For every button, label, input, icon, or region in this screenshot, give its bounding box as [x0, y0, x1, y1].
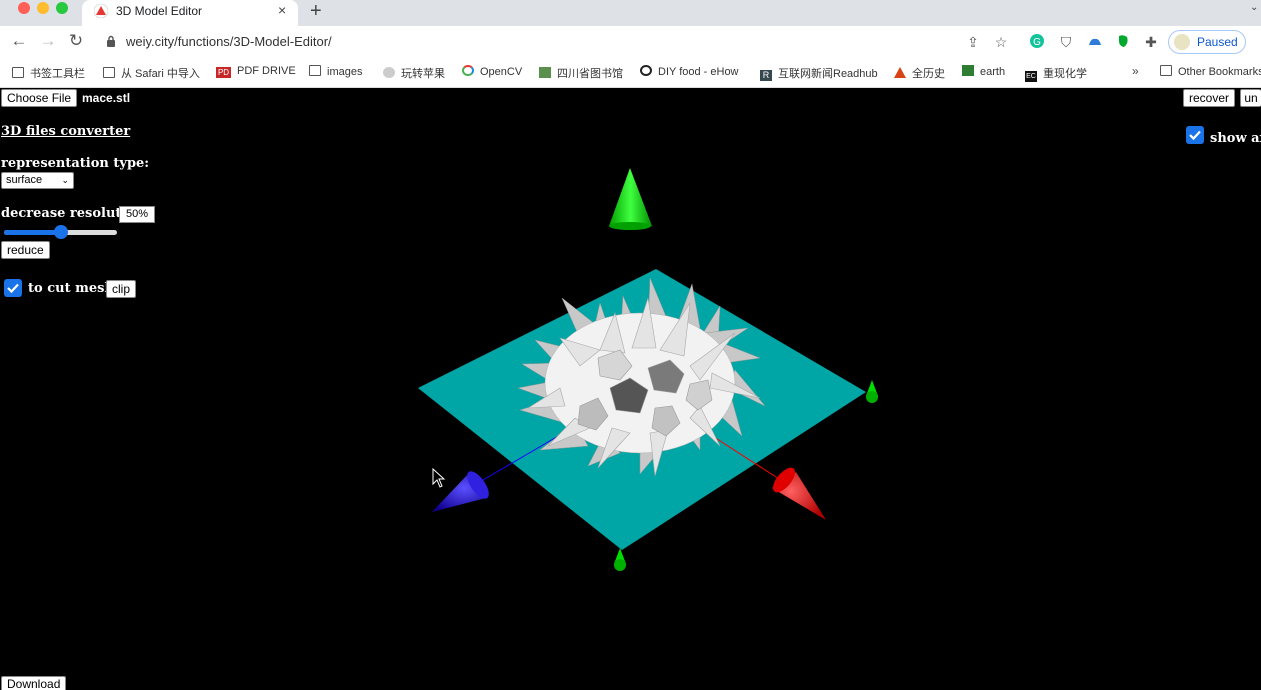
representation-type-value: surface: [6, 174, 43, 186]
bookmark-item[interactable]: 全历史: [894, 65, 945, 81]
clip-button[interactable]: clip: [106, 280, 137, 298]
recover-button[interactable]: recover: [1183, 89, 1236, 107]
maximize-window-button[interactable]: [56, 2, 68, 14]
opencv-icon: [462, 65, 474, 76]
folder-icon: [309, 65, 321, 76]
representation-type-label: representation type:: [1, 156, 150, 171]
history-icon: [894, 67, 906, 78]
reload-icon[interactable]: ↻: [66, 31, 86, 51]
avatar: [1174, 34, 1190, 50]
undo-button[interactable]: un: [1240, 89, 1261, 107]
bookmark-item[interactable]: DIY food - eHow: [640, 65, 739, 78]
lock-icon[interactable]: [106, 35, 116, 47]
bookmarks-bar: 书签工具栏 从 Safari 中导入 PD PDF DRIVE images 玩转…: [0, 58, 1261, 88]
download-button[interactable]: Download: [1, 676, 67, 690]
address-bar[interactable]: weiy.city/functions/3D-Model-Editor/: [126, 34, 332, 49]
bookmark-item[interactable]: 从 Safari 中导入: [103, 65, 200, 81]
more-bookmarks-icon[interactable]: »: [1132, 64, 1139, 78]
bookmark-item[interactable]: 玩转苹果: [383, 65, 445, 81]
pdf-drive-icon: PD: [216, 67, 231, 78]
library-icon: [539, 67, 551, 78]
minimize-window-button[interactable]: [37, 2, 49, 14]
axis-y-cone[interactable]: [609, 168, 652, 226]
ehow-icon: [640, 65, 652, 76]
earth-icon: [962, 65, 974, 76]
folder-icon: [12, 67, 24, 78]
checkmark-icon: [7, 283, 19, 294]
reduce-button[interactable]: reduce: [1, 241, 50, 259]
choose-file-button[interactable]: Choose File: [1, 89, 78, 107]
browser-tab-bar: 3D Model Editor × + ⌄: [0, 0, 1261, 26]
browser-toolbar: ← → ↻ weiy.city/functions/3D-Model-Edito…: [0, 26, 1261, 58]
bookmark-item[interactable]: PD PDF DRIVE: [216, 65, 296, 78]
profile-status: Paused: [1197, 35, 1238, 49]
cut-mesh-checkbox[interactable]: [4, 279, 22, 297]
bookmark-item[interactable]: 书签工具栏: [12, 65, 85, 81]
cloud-extension-icon[interactable]: [1086, 33, 1104, 51]
bookmark-item[interactable]: EC 重现化学: [1025, 65, 1087, 82]
chevron-down-icon: ⌄: [61, 175, 69, 185]
resolution-slider-fill: [4, 230, 61, 235]
extensions-puzzle-icon[interactable]: ✚: [1142, 33, 1160, 51]
share-icon[interactable]: ⇪: [964, 33, 982, 51]
other-bookmarks[interactable]: Other Bookmarks: [1160, 65, 1261, 78]
cut-mesh-label: to cut mesh: [28, 281, 114, 296]
selected-file-name: mace.stl: [82, 91, 131, 105]
close-window-button[interactable]: [18, 2, 30, 14]
folder-icon: [103, 67, 115, 78]
resolution-slider-thumb[interactable]: [53, 225, 68, 239]
plane-handle-right[interactable]: [866, 380, 878, 403]
representation-type-select[interactable]: surface ⌄: [1, 172, 74, 189]
bookmark-item[interactable]: R 互联网新闻Readhub: [760, 65, 878, 81]
plane-handle-bottom[interactable]: [614, 548, 626, 571]
bookmark-item[interactable]: earth: [962, 65, 1005, 78]
tab-3d-model-editor[interactable]: 3D Model Editor ×: [82, 0, 298, 26]
new-tab-button[interactable]: +: [310, 0, 322, 22]
svg-text:G: G: [1033, 37, 1041, 48]
3d-files-converter-link[interactable]: 3D files converter: [1, 124, 130, 139]
checkmark-icon: [1189, 130, 1201, 141]
back-icon[interactable]: ←: [9, 31, 29, 51]
profile-button[interactable]: Paused: [1168, 30, 1246, 54]
mouse-cursor-icon: [432, 467, 446, 488]
tab-close-icon[interactable]: ×: [278, 2, 286, 18]
editor-page: Choose File mace.stl 3D files converter …: [0, 88, 1261, 690]
resolution-value-box: 50%: [119, 206, 155, 223]
3d-viewport[interactable]: [0, 88, 1261, 690]
bookmark-item[interactable]: OpenCV: [462, 65, 522, 78]
bookmark-star-icon[interactable]: ☆: [992, 33, 1010, 51]
evernote-extension-icon[interactable]: [1114, 33, 1132, 51]
chemistry-icon: EC: [1025, 71, 1037, 82]
show-axes-checkbox[interactable]: [1186, 126, 1204, 144]
grammarly-extension-icon[interactable]: G: [1028, 33, 1046, 51]
app-logo-icon: [94, 4, 108, 18]
shield-extension-icon[interactable]: ⛉: [1057, 33, 1075, 51]
readhub-icon: R: [760, 70, 772, 81]
bookmark-item[interactable]: 四川省图书馆: [539, 65, 623, 81]
tab-title: 3D Model Editor: [116, 4, 203, 18]
folder-icon: [1160, 65, 1172, 76]
bookmark-item[interactable]: images: [309, 65, 362, 78]
show-axes-label: show axes: [1210, 131, 1261, 146]
tab-search-chevron-icon[interactable]: ⌄: [1250, 2, 1258, 13]
apple-icon: [383, 67, 395, 78]
forward-icon[interactable]: →: [38, 31, 58, 51]
